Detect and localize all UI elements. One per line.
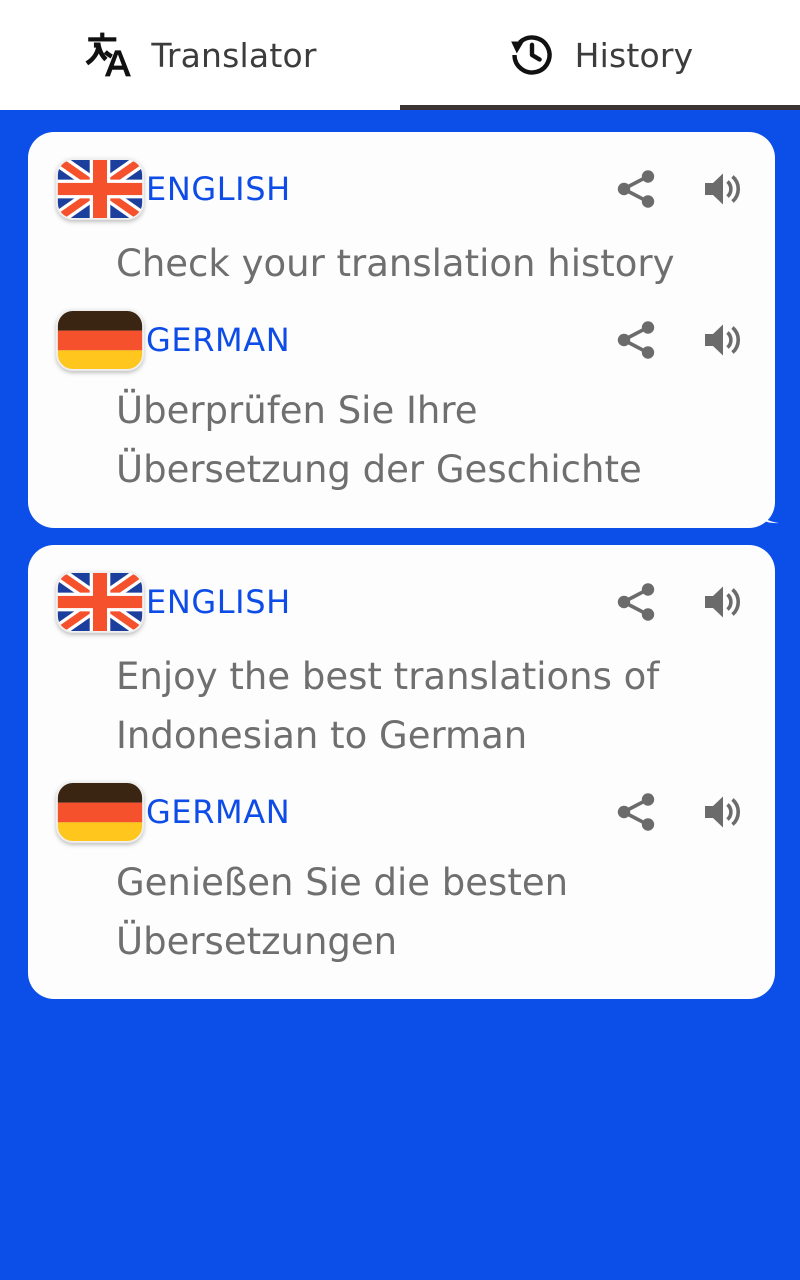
source-text: Check your translation history xyxy=(116,242,675,285)
target-language-row: GERMAN xyxy=(28,773,775,851)
history-clock-icon xyxy=(510,35,552,75)
volume-icon[interactable] xyxy=(701,580,745,624)
tab-history[interactable]: History xyxy=(400,0,800,110)
source-text: Enjoy the best transla­tions of Indonesi… xyxy=(116,654,660,757)
target-language-label: GERMAN xyxy=(146,792,291,831)
source-language-label: ENGLISH xyxy=(146,582,291,621)
app-root: Translator History ENGLISH Check your tr… xyxy=(0,0,800,1280)
volume-icon[interactable] xyxy=(701,790,745,834)
flag-united-kingdom-icon xyxy=(56,569,144,635)
flag-germany-icon xyxy=(56,779,144,845)
source-language-row: ENGLISH xyxy=(28,563,775,641)
translate-icon xyxy=(85,32,132,77)
target-row-actions xyxy=(615,790,747,834)
tab-translator-label: Translator xyxy=(151,35,317,75)
history-card[interactable]: ENGLISH xyxy=(28,544,775,1000)
target-text: Überprüfen Sie Ihre Übersetzung der Gesc… xyxy=(116,389,642,492)
tab-translator[interactable]: Translator xyxy=(0,0,400,110)
share-icon[interactable] xyxy=(615,580,659,624)
share-icon[interactable] xyxy=(615,167,659,211)
source-language-row: ENGLISH xyxy=(28,150,775,228)
source-language-label: ENGLISH xyxy=(146,170,291,208)
tab-history-indicator xyxy=(400,105,800,110)
history-card[interactable]: ENGLISH xyxy=(28,132,779,528)
tab-history-label: History xyxy=(574,35,694,75)
target-row-actions xyxy=(615,318,747,362)
source-row-actions xyxy=(615,580,747,624)
share-icon[interactable] xyxy=(615,318,659,362)
share-icon[interactable] xyxy=(615,790,659,834)
top-tab-bar: Translator History xyxy=(0,0,800,110)
flag-germany-icon xyxy=(56,307,144,373)
flag-united-kingdom-icon xyxy=(56,156,144,222)
source-row-actions xyxy=(615,167,747,211)
volume-icon[interactable] xyxy=(701,167,745,211)
target-language-row: GERMAN xyxy=(28,301,775,379)
target-text: Genießen Sie die besten Übersetzungen xyxy=(116,860,569,964)
target-language-label: GERMAN xyxy=(146,321,291,360)
history-list[interactable]: ENGLISH Check your translation history G… xyxy=(0,110,800,1280)
volume-icon[interactable] xyxy=(701,318,745,362)
